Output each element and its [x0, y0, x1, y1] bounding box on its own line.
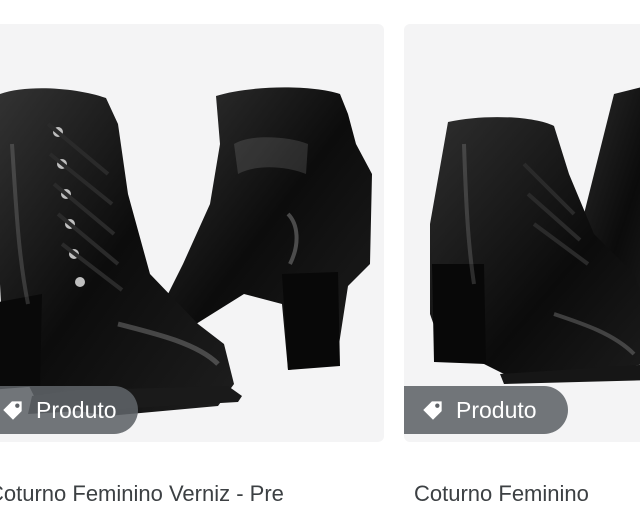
product-badge-1: Produto: [0, 386, 138, 434]
product-card-2[interactable]: Produto Coturno Feminino: [404, 24, 640, 506]
product-title-2[interactable]: Coturno Feminino: [414, 481, 589, 507]
tag-icon: [0, 397, 26, 423]
product-title-1[interactable]: Coturno Feminino Verniz - Pre: [0, 481, 284, 507]
product-badge-2: Produto: [404, 386, 568, 434]
boots-image-2: [430, 87, 640, 384]
badge-label: Produto: [456, 396, 537, 423]
tag-icon: [420, 397, 446, 423]
product-card-1[interactable]: Produto Coturno Feminino Verniz - Pre: [0, 24, 384, 506]
badge-label: Produto: [36, 396, 117, 423]
product-image-2[interactable]: [404, 24, 640, 442]
boots-image-1: [0, 87, 372, 416]
product-image-1[interactable]: [0, 24, 384, 442]
